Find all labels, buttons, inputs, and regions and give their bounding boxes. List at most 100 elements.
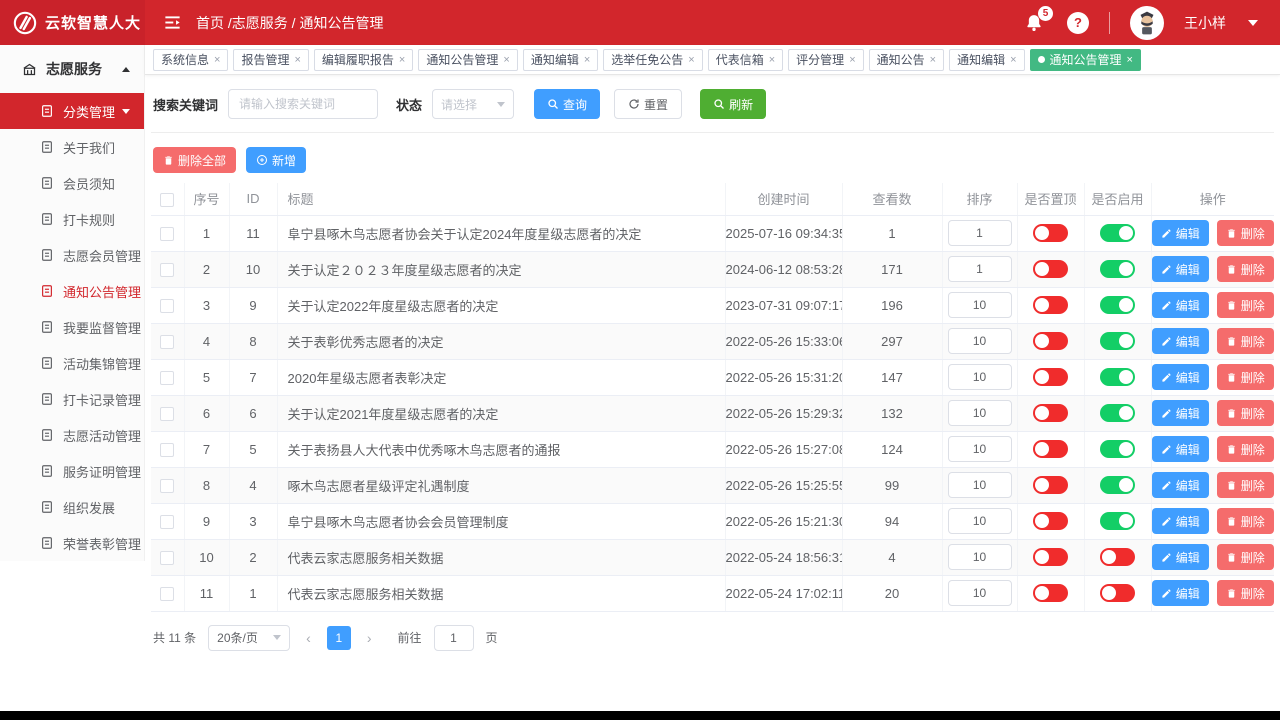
sidebar-item[interactable]: 分类管理: [0, 93, 144, 129]
enabled-toggle[interactable]: [1100, 512, 1135, 530]
tab[interactable]: 报告管理×: [233, 49, 308, 71]
sidebar-item[interactable]: 关于我们: [0, 129, 144, 165]
sort-input[interactable]: [948, 328, 1012, 354]
pinned-toggle[interactable]: [1033, 296, 1068, 314]
row-checkbox[interactable]: [160, 587, 174, 601]
enabled-toggle[interactable]: [1100, 224, 1135, 242]
sidebar-item[interactable]: 组织发展: [0, 489, 144, 525]
tab-close-icon[interactable]: ×: [849, 54, 855, 66]
tab-active[interactable]: 通知公告管理×: [1030, 49, 1141, 71]
enabled-toggle[interactable]: [1100, 260, 1135, 278]
enabled-toggle[interactable]: [1100, 476, 1135, 494]
enabled-toggle[interactable]: [1100, 548, 1135, 566]
delete-button[interactable]: 删除: [1217, 580, 1274, 606]
row-checkbox[interactable]: [160, 371, 174, 385]
tab-close-icon[interactable]: ×: [294, 54, 300, 66]
enabled-toggle[interactable]: [1100, 440, 1135, 458]
delete-button[interactable]: 删除: [1217, 292, 1274, 318]
edit-button[interactable]: 编辑: [1152, 328, 1209, 354]
enabled-toggle[interactable]: [1100, 584, 1135, 602]
edit-button[interactable]: 编辑: [1152, 508, 1209, 534]
search-button[interactable]: 查询: [534, 89, 600, 119]
pinned-toggle[interactable]: [1033, 404, 1068, 422]
pinned-toggle[interactable]: [1033, 476, 1068, 494]
refresh-button[interactable]: 刷新: [700, 89, 766, 119]
pinned-toggle[interactable]: [1033, 512, 1068, 530]
sidebar-item[interactable]: 打卡规则: [0, 201, 144, 237]
delete-button[interactable]: 删除: [1217, 544, 1274, 570]
select-all-checkbox[interactable]: [160, 193, 174, 207]
sidebar-item[interactable]: 服务证明管理: [0, 453, 144, 489]
pinned-toggle[interactable]: [1033, 260, 1068, 278]
tab[interactable]: 编辑履职报告×: [314, 49, 413, 71]
pinned-toggle[interactable]: [1033, 332, 1068, 350]
edit-button[interactable]: 编辑: [1152, 544, 1209, 570]
pinned-toggle[interactable]: [1033, 224, 1068, 242]
goto-page-input[interactable]: [434, 625, 474, 651]
sort-input[interactable]: [948, 508, 1012, 534]
page-size-select[interactable]: 20条/页: [208, 625, 290, 651]
edit-button[interactable]: 编辑: [1152, 220, 1209, 246]
delete-all-button[interactable]: 删除全部: [153, 147, 236, 173]
delete-button[interactable]: 删除: [1217, 436, 1274, 462]
row-checkbox[interactable]: [160, 515, 174, 529]
sort-input[interactable]: [948, 400, 1012, 426]
edit-button[interactable]: 编辑: [1152, 580, 1209, 606]
tab-close-icon[interactable]: ×: [399, 54, 405, 66]
enabled-toggle[interactable]: [1100, 296, 1135, 314]
pinned-toggle[interactable]: [1033, 440, 1068, 458]
edit-button[interactable]: 编辑: [1152, 292, 1209, 318]
sidebar-item[interactable]: 志愿活动管理: [0, 417, 144, 453]
sidebar-item[interactable]: 荣誉表彰管理: [0, 525, 144, 561]
sort-input[interactable]: [948, 544, 1012, 570]
enabled-toggle[interactable]: [1100, 332, 1135, 350]
edit-button[interactable]: 编辑: [1152, 400, 1209, 426]
row-checkbox[interactable]: [160, 479, 174, 493]
sort-input[interactable]: [948, 292, 1012, 318]
delete-button[interactable]: 删除: [1217, 472, 1274, 498]
row-checkbox[interactable]: [160, 335, 174, 349]
tab-close-icon[interactable]: ×: [930, 54, 936, 66]
prev-page-icon[interactable]: ‹: [302, 630, 315, 646]
pinned-toggle[interactable]: [1033, 584, 1068, 602]
sort-input[interactable]: [948, 220, 1012, 246]
delete-button[interactable]: 删除: [1217, 364, 1274, 390]
sidebar-item[interactable]: 活动集锦管理: [0, 345, 144, 381]
sidebar-section-volunteer-service[interactable]: 志愿服务: [0, 45, 144, 93]
sort-input[interactable]: [948, 436, 1012, 462]
reset-button[interactable]: 重置: [614, 89, 682, 119]
tab-close-icon[interactable]: ×: [503, 54, 509, 66]
tab[interactable]: 代表信箱×: [708, 49, 783, 71]
sidebar-item[interactable]: 我要监督管理: [0, 309, 144, 345]
edit-button[interactable]: 编辑: [1152, 256, 1209, 282]
enabled-toggle[interactable]: [1100, 404, 1135, 422]
delete-button[interactable]: 删除: [1217, 328, 1274, 354]
delete-button[interactable]: 删除: [1217, 256, 1274, 282]
pinned-toggle[interactable]: [1033, 548, 1068, 566]
next-page-icon[interactable]: ›: [363, 630, 376, 646]
row-checkbox[interactable]: [160, 299, 174, 313]
row-checkbox[interactable]: [160, 551, 174, 565]
sidebar-collapse-icon[interactable]: [163, 13, 182, 32]
edit-button[interactable]: 编辑: [1152, 436, 1209, 462]
tab-close-icon[interactable]: ×: [1010, 54, 1016, 66]
sidebar-item[interactable]: 通知公告管理: [0, 273, 144, 309]
row-checkbox[interactable]: [160, 407, 174, 421]
sidebar-item[interactable]: 志愿会员管理: [0, 237, 144, 273]
delete-button[interactable]: 删除: [1217, 400, 1274, 426]
enabled-toggle[interactable]: [1100, 368, 1135, 386]
tab[interactable]: 选举任免公告×: [603, 49, 702, 71]
keyword-input[interactable]: [228, 89, 378, 119]
sort-input[interactable]: [948, 256, 1012, 282]
row-checkbox[interactable]: [160, 263, 174, 277]
tab[interactable]: 系统信息×: [153, 49, 228, 71]
tab-close-icon[interactable]: ×: [214, 54, 220, 66]
notification-bell-icon[interactable]: 5: [1021, 10, 1047, 36]
sort-input[interactable]: [948, 364, 1012, 390]
sidebar-item[interactable]: 打卡记录管理: [0, 381, 144, 417]
delete-button[interactable]: 删除: [1217, 220, 1274, 246]
tab-close-icon[interactable]: ×: [769, 54, 775, 66]
row-checkbox[interactable]: [160, 227, 174, 241]
sidebar-item[interactable]: 会员须知: [0, 165, 144, 201]
tab-close-icon[interactable]: ×: [1127, 54, 1133, 66]
